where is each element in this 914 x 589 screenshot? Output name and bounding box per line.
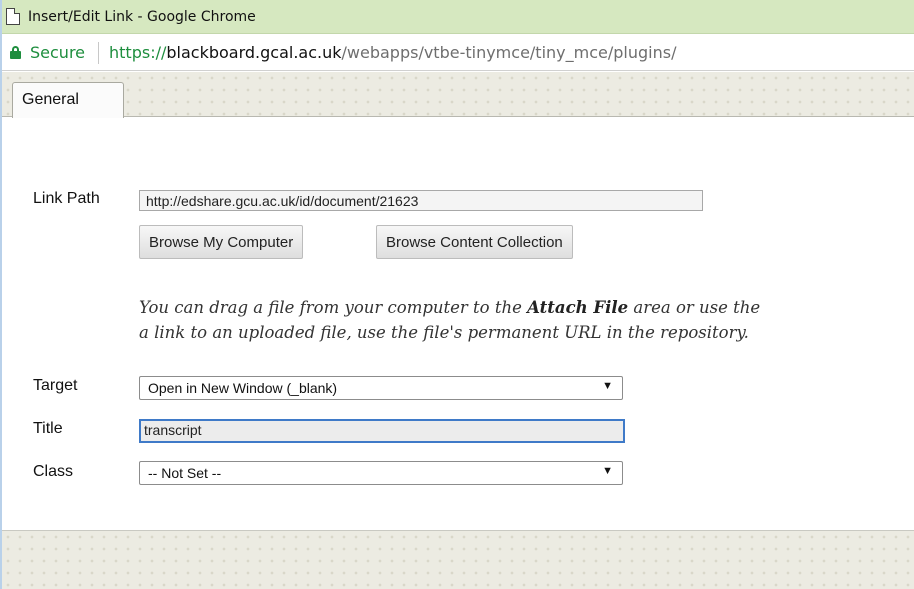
target-select-value: Open in New Window (_blank) xyxy=(148,380,338,396)
tab-strip: General xyxy=(2,72,914,118)
attach-file-emphasis: Attach File xyxy=(527,298,629,317)
class-select[interactable]: -- Not Set -- ▼ xyxy=(139,461,623,485)
link-path-label: Link Path xyxy=(33,190,100,207)
lock-icon[interactable] xyxy=(10,46,21,59)
attach-file-note-line2: a link to an uploaded file, use the file… xyxy=(139,323,749,342)
url-path[interactable]: /webapps/vtbe-tinymce/tiny_mce/plugins/ xyxy=(342,43,677,62)
triangle-down-icon: ▼ xyxy=(602,465,613,477)
url-host[interactable]: blackboard.gcal.ac.uk xyxy=(166,43,341,62)
address-divider xyxy=(98,41,100,64)
secure-label[interactable]: Secure xyxy=(30,43,85,62)
link-form-panel: Link Path http://edshare.gcu.ac.uk/id/do… xyxy=(2,152,914,530)
browser-popup-window: Insert/Edit Link - Google Chrome Secure … xyxy=(0,0,914,589)
page-icon xyxy=(6,8,20,25)
class-select-value: -- Not Set -- xyxy=(148,465,222,481)
title-bar[interactable]: Insert/Edit Link - Google Chrome xyxy=(2,0,914,34)
target-select[interactable]: Open in New Window (_blank) ▼ xyxy=(139,376,623,400)
attach-file-note: You can drag a file from your computer t… xyxy=(139,295,914,345)
link-path-input[interactable]: http://edshare.gcu.ac.uk/id/document/216… xyxy=(139,190,703,211)
browse-my-computer-button[interactable]: Browse My Computer xyxy=(139,225,304,259)
tab-general[interactable]: General xyxy=(12,82,124,118)
window-title: Insert/Edit Link - Google Chrome xyxy=(28,8,256,25)
title-input[interactable]: transcript xyxy=(139,419,625,443)
address-bar[interactable]: Secure https://blackboard.gcal.ac.uk/web… xyxy=(2,35,914,71)
dialog-footer xyxy=(2,530,914,589)
class-label: Class xyxy=(33,463,74,480)
browse-content-collection-button[interactable]: Browse Content Collection xyxy=(376,225,573,259)
url-scheme[interactable]: https:// xyxy=(109,43,166,62)
triangle-down-icon: ▼ xyxy=(602,380,613,392)
target-label: Target xyxy=(33,377,78,394)
title-label: Title xyxy=(33,420,63,437)
